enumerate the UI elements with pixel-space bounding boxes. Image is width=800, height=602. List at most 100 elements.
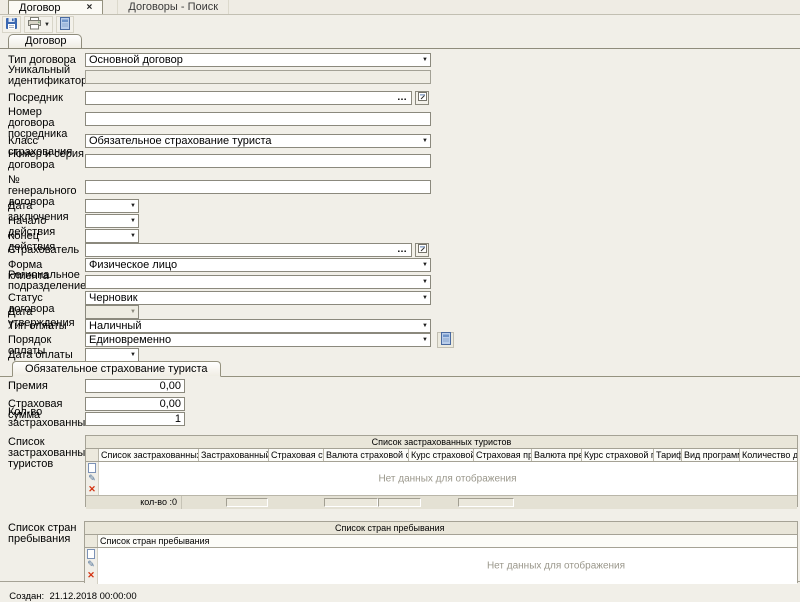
ellipsis-icon[interactable]: … [397,94,408,102]
column-header[interactable]: Вид программы [682,449,740,461]
delete-row-button[interactable]: ✕ [86,484,98,495]
column-header[interactable]: Курс страховой суммы [409,449,474,461]
row-contract-type: Тип договора Основной договор ▼ [0,53,800,67]
tab-tourist-insurance[interactable]: Обязательное страхование туриста [12,361,221,377]
column-header[interactable]: Количество дней [740,449,797,461]
chevron-down-icon: ▼ [419,279,428,285]
grid-column-headers: Список стран пребывания [85,535,797,548]
edit-row-button[interactable]: ✎ [86,473,98,484]
payment-date-picker[interactable]: ▼ [85,348,139,362]
row-contract-number-series: Номер и серия договора [0,154,800,168]
field-label: Тип оплаты [8,321,84,332]
insurance-class-select[interactable]: Обязательное страхование туриста ▼ [85,134,431,148]
close-icon[interactable]: × [87,3,93,13]
intermediary-contract-number-field[interactable] [85,112,431,126]
window-tab-contract[interactable]: Договор × [8,0,103,14]
payment-type-select[interactable]: Наличный ▼ [85,319,431,333]
unique-id-field [85,70,431,84]
premium-field[interactable] [85,379,185,393]
ellipsis-icon[interactable]: … [397,246,408,254]
general-contract-number-field[interactable] [85,180,431,194]
window-tab-contracts-search[interactable]: Договоры - Поиск [117,0,229,14]
pencil-icon: ✎ [87,560,95,569]
field-label: Премия [8,381,84,392]
payment-schedule-toolbar-button[interactable] [56,16,74,33]
chevron-down-icon: ▼ [419,295,428,301]
chevron-down-icon: ▼ [419,57,428,63]
policyholder-lookup-field[interactable]: … [85,243,412,257]
column-header[interactable]: Тариф [654,449,682,461]
field-label: Номер и серия договора [8,149,84,171]
main-toolbar: ▼ [0,15,800,34]
open-card-icon [418,92,427,104]
selected-value: Единовременно [89,334,419,346]
conclusion-date-picker[interactable]: ▼ [85,199,139,213]
contract-form: Тип договора Основной договор ▼ Уникальн… [0,48,800,581]
row-payment-order: Порядок оплаты Единовременно ▼ [0,333,800,347]
row-general-contract-number: № генерального договора [0,180,800,194]
tab-contract[interactable]: Договор [8,34,82,48]
payment-schedule-button[interactable] [437,332,454,348]
row-start-date: Начало действия ▼ [0,214,800,228]
created-timestamp: Создан: 21.12.2018 00:00:00 [9,591,136,602]
chevron-down-icon: ▼ [127,203,136,209]
client-form-select[interactable]: Физическое лицо ▼ [85,258,431,272]
edit-row-button[interactable]: ✎ [85,559,97,570]
intermediary-lookup-field[interactable]: … [85,91,412,105]
chevron-down-icon[interactable]: ▼ [44,22,50,28]
column-header[interactable]: Страховая сумма [269,449,324,461]
contract-number-series-field[interactable] [85,154,431,168]
save-button[interactable] [2,16,21,33]
grid-indicator-column [85,535,98,547]
selected-value: Черновик [89,292,419,304]
page-tab-strip: Договор [0,34,800,48]
field-label: Посредник [8,93,84,104]
print-button[interactable]: ▼ [24,16,53,33]
window-tab-label: Договоры - Поиск [128,1,218,13]
window-tab-label: Договор [19,2,61,14]
payment-order-select[interactable]: Единовременно ▼ [85,333,431,347]
delete-row-button[interactable]: ✕ [85,570,97,581]
grid-body: ✎ ✕ Нет данных для отображения [86,462,797,495]
regional-division-select[interactable]: ▼ [85,275,431,289]
grid-indicator-column [86,449,99,461]
pencil-icon: ✎ [88,474,96,483]
end-date-picker[interactable]: ▼ [85,229,139,243]
row-conclusion-date: Дата заключения ▼ [0,199,800,213]
column-header[interactable]: Валюта премии [532,449,582,461]
save-icon [5,17,18,33]
no-data-text: Нет данных для отображения [315,561,797,572]
row-premium: Премия [0,379,800,393]
sub-tab-strip: Обязательное страхование туриста [0,362,800,377]
append-row-button[interactable] [85,548,97,559]
payment-schedule-icon [440,332,452,348]
append-row-button[interactable] [86,462,98,473]
column-header[interactable]: Валюта страховой суммы [324,449,409,461]
selected-value: Обязательное страхование туриста [89,135,419,147]
footer-summary-box [226,498,268,507]
tourists-grid: Список застрахованных туристов Список за… [85,435,798,507]
row-insurance-class: Класс страхования Обязательное страхован… [0,134,800,148]
insured-sum-field[interactable] [85,397,185,411]
row-client-form: Форма клиента Физическое лицо ▼ [0,258,800,272]
delete-icon: ✕ [87,571,95,580]
column-header[interactable]: Список застрахованных туристов [99,449,199,461]
chevron-down-icon: ▼ [419,337,428,343]
field-label: Уникальный идентификатор [8,65,84,87]
countries-grid-label: Список стран пребывания [8,523,84,545]
start-date-picker[interactable]: ▼ [85,214,139,228]
insured-count-field[interactable] [85,412,185,426]
column-header[interactable]: Застрахованный турист [199,449,269,461]
column-header[interactable]: Курс страховой премии [582,449,654,461]
policyholder-open-card-button[interactable] [415,243,429,257]
row-payment-type: Тип оплаты Наличный ▼ [0,319,800,333]
contract-type-select[interactable]: Основной договор ▼ [85,53,431,67]
column-header[interactable]: Список стран пребывания [98,535,797,547]
approval-date-picker: ▼ [85,305,139,319]
intermediary-open-card-button[interactable] [415,91,429,105]
no-data-text: Нет данных для отображения [98,473,797,484]
row-unique-id: Уникальный идентификатор [0,70,800,84]
field-label: Дата оплаты [8,350,84,361]
contract-status-select[interactable]: Черновик ▼ [85,291,431,305]
column-header[interactable]: Страховая премия [474,449,532,461]
